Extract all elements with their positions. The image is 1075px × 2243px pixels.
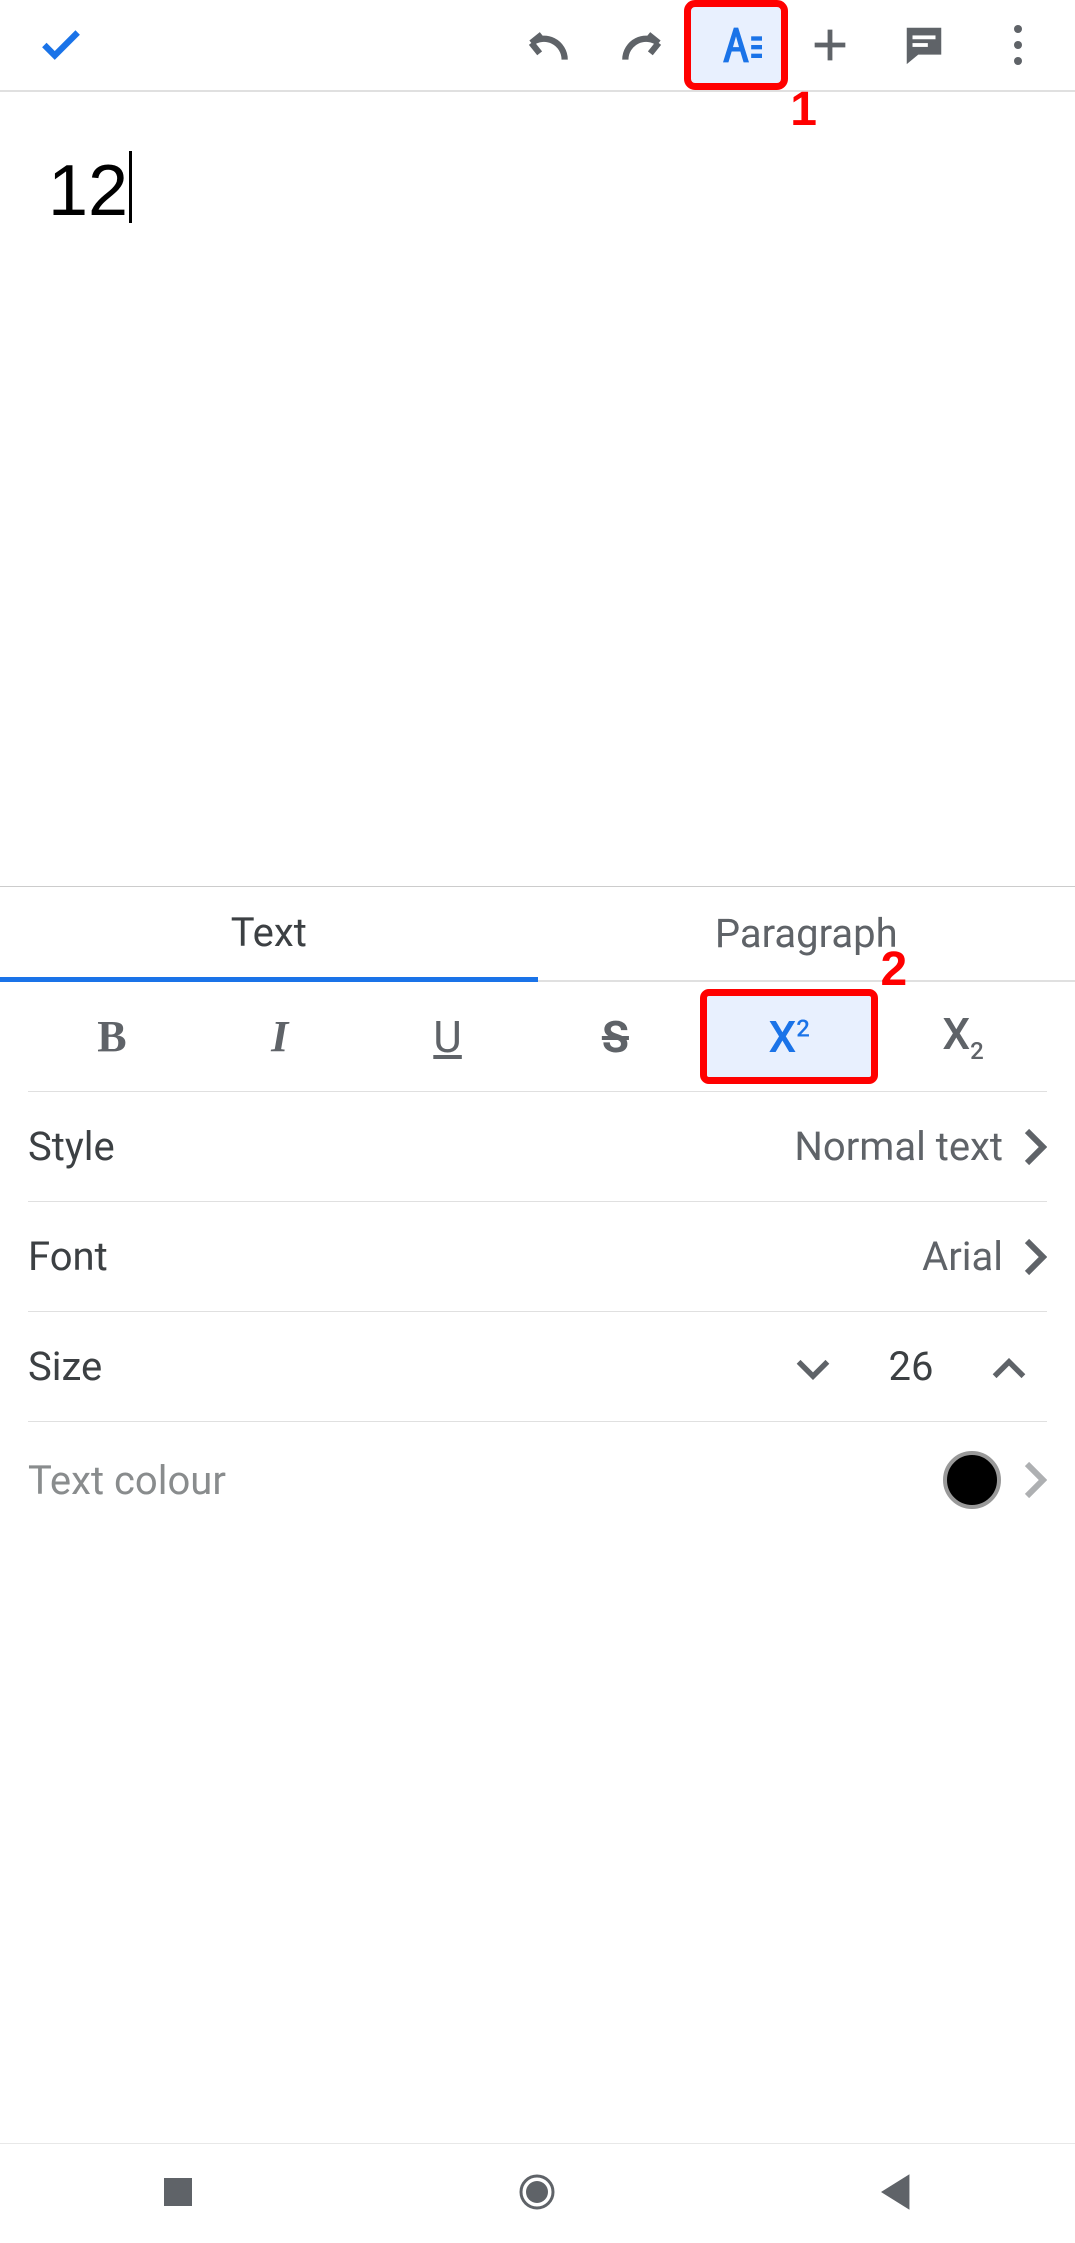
style-value: Normal text — [794, 1123, 1003, 1170]
triangle-left-icon — [881, 2174, 913, 2210]
italic-button[interactable]: I — [196, 994, 364, 1079]
style-row[interactable]: Style Normal text — [28, 1092, 1047, 1202]
document-canvas[interactable]: 12 — [0, 92, 1075, 886]
tab-paragraph[interactable]: Paragraph — [538, 887, 1075, 982]
circle-icon — [517, 2172, 557, 2212]
font-label: Font — [28, 1233, 108, 1280]
more-menu-button[interactable] — [971, 5, 1065, 85]
size-label: Size — [28, 1343, 102, 1390]
panel-tabs: Text Paragraph — [0, 887, 1075, 982]
comment-icon — [901, 22, 947, 68]
undo-button[interactable] — [501, 5, 595, 85]
underline-icon: U — [433, 1011, 462, 1063]
font-value: Arial — [922, 1233, 1003, 1280]
bold-button[interactable]: B — [28, 994, 196, 1079]
format-buttons-row: B I U S X2 2 X2 — [28, 982, 1047, 1092]
underline-button[interactable]: U — [364, 994, 532, 1079]
font-row[interactable]: Font Arial — [28, 1202, 1047, 1312]
more-vert-icon — [1014, 25, 1022, 65]
comment-button[interactable] — [877, 5, 971, 85]
done-button[interactable] — [14, 5, 108, 85]
text-format-button[interactable]: 1 — [689, 5, 783, 85]
italic-icon: I — [271, 1011, 288, 1062]
annotation-marker-2: 2 — [880, 942, 907, 997]
check-icon — [36, 20, 86, 70]
redo-button[interactable] — [595, 5, 689, 85]
subscript-icon: X2 — [942, 1008, 983, 1065]
text-cursor — [129, 151, 132, 223]
redo-icon — [617, 25, 667, 65]
undo-icon — [523, 25, 573, 65]
nav-home-button[interactable] — [517, 2172, 557, 2216]
text-format-icon — [710, 19, 762, 71]
nav-back-button[interactable] — [881, 2174, 913, 2214]
size-value: 26 — [851, 1343, 971, 1390]
plus-icon — [807, 22, 853, 68]
bold-icon: B — [97, 1011, 126, 1062]
size-increase-button[interactable] — [971, 1323, 1047, 1410]
nav-recent-button[interactable] — [162, 2176, 194, 2212]
square-icon — [162, 2176, 194, 2208]
chevron-up-icon — [991, 1358, 1027, 1380]
text-colour-label: Text colour — [28, 1457, 226, 1504]
superscript-button[interactable]: X2 2 — [705, 994, 873, 1079]
strikethrough-icon: S — [602, 1011, 629, 1063]
chevron-right-icon — [1023, 1237, 1047, 1277]
style-label: Style — [28, 1123, 115, 1170]
strikethrough-button[interactable]: S — [531, 994, 699, 1079]
superscript-icon: X2 — [769, 1011, 810, 1063]
size-row: Size 26 — [28, 1312, 1047, 1422]
colour-swatch — [943, 1451, 1001, 1509]
insert-button[interactable] — [783, 5, 877, 85]
chevron-down-icon — [795, 1358, 831, 1380]
document-text: 12 — [48, 151, 128, 231]
chevron-right-icon — [1023, 1127, 1047, 1167]
subscript-button[interactable]: X2 — [879, 994, 1047, 1079]
size-decrease-button[interactable] — [775, 1323, 851, 1410]
tab-text[interactable]: Text — [0, 887, 538, 982]
app-toolbar: 1 — [0, 0, 1075, 92]
text-colour-row[interactable]: Text colour — [28, 1450, 1047, 1510]
system-navbar — [0, 2143, 1075, 2243]
chevron-right-icon — [1023, 1460, 1047, 1500]
format-panel: Text Paragraph B I U S X2 2 X2 Style Nor… — [0, 886, 1075, 1510]
